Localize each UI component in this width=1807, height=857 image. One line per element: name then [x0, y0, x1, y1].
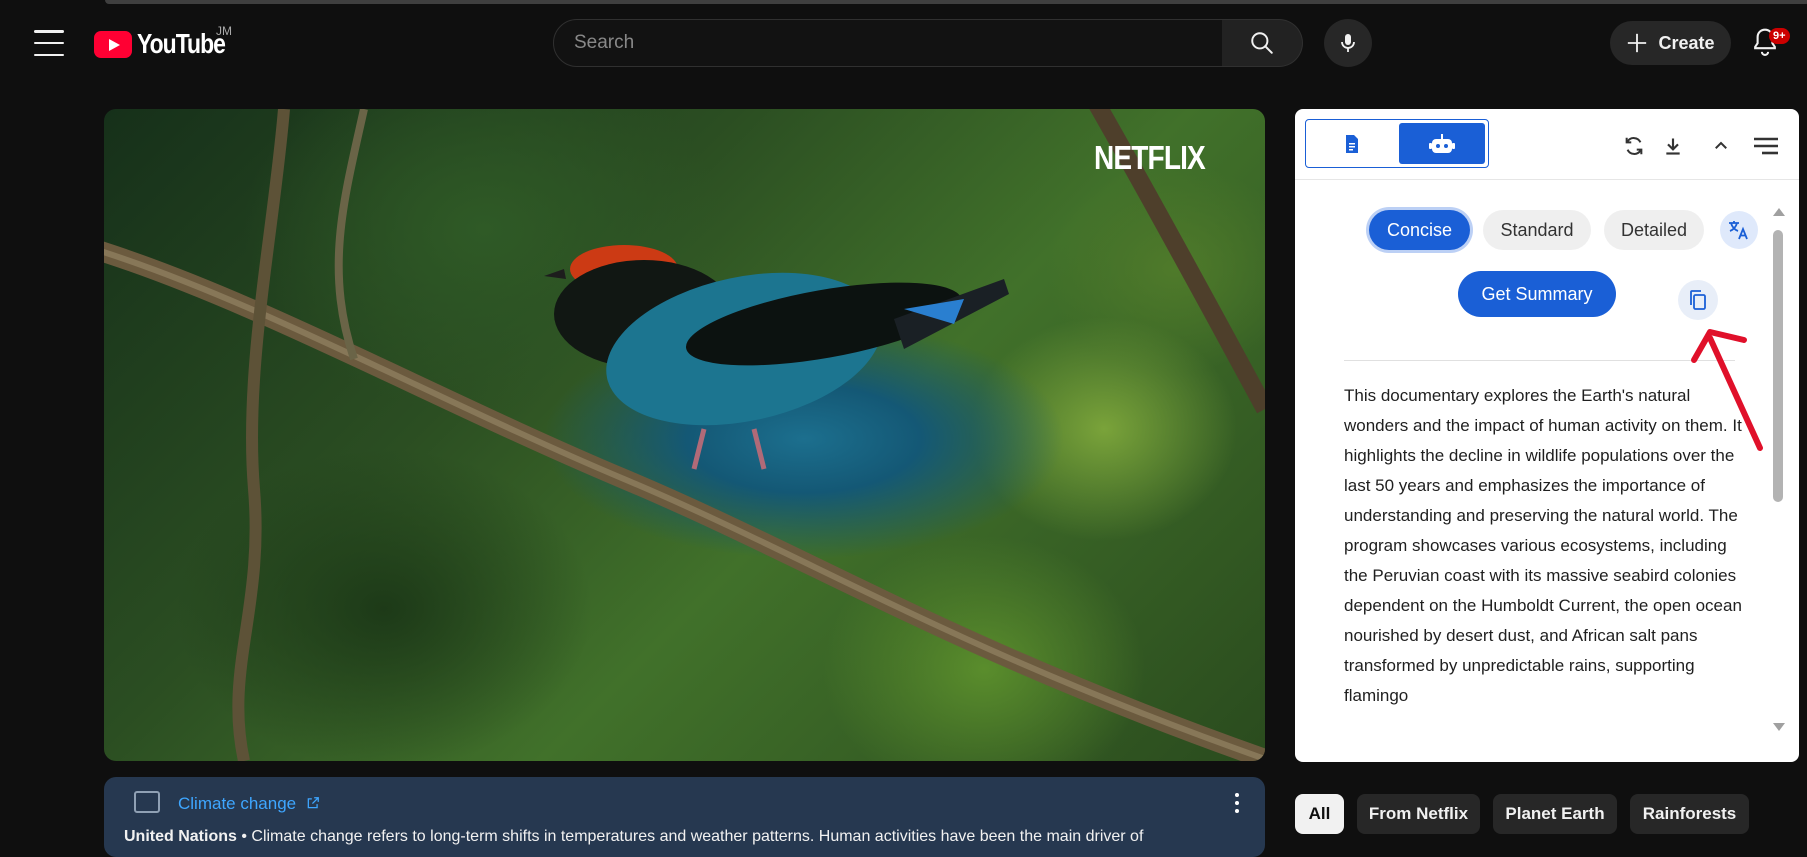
- menu-lines-icon[interactable]: [1753, 133, 1779, 159]
- refresh-icon[interactable]: [1621, 133, 1647, 159]
- chip-planet-earth[interactable]: Planet Earth: [1493, 794, 1617, 834]
- chip-from-netflix[interactable]: From Netflix: [1357, 794, 1480, 834]
- search-button[interactable]: [1222, 19, 1303, 67]
- video-frame-image: [104, 109, 1265, 761]
- external-link-icon: [307, 797, 319, 809]
- notifications-button[interactable]: 9+: [1750, 26, 1790, 60]
- create-label: Create: [1658, 32, 1715, 53]
- information-panel: Climate change United Nations • Climate …: [104, 777, 1265, 857]
- youtube-play-icon: [94, 30, 132, 58]
- logo-text: YouTube: [137, 28, 226, 59]
- microphone-icon: [1341, 34, 1355, 52]
- top-scroll-indicator: [105, 0, 1807, 4]
- info-source: United Nations: [124, 828, 237, 845]
- topic-link-label: Climate change: [178, 794, 297, 813]
- annotation-arrow: [1691, 329, 1763, 451]
- tab-transcript[interactable]: [1309, 123, 1395, 164]
- robot-icon: [1429, 133, 1455, 153]
- netflix-watermark: NETFLIX: [1094, 139, 1206, 176]
- info-text: Climate change refers to long-term shift…: [251, 828, 1144, 845]
- copy-button[interactable]: [1678, 280, 1718, 320]
- chip-all[interactable]: All: [1295, 794, 1344, 834]
- collapse-chevron-icon[interactable]: [1708, 133, 1734, 159]
- mode-concise-button[interactable]: Concise: [1369, 210, 1470, 250]
- menu-icon[interactable]: [34, 30, 64, 56]
- translate-button[interactable]: [1720, 211, 1758, 249]
- article-icon: [134, 791, 160, 813]
- search-icon: [1251, 32, 1273, 54]
- info-separator: •: [236, 828, 252, 845]
- get-summary-button[interactable]: Get Summary: [1458, 271, 1616, 317]
- mode-detailed-button[interactable]: Detailed: [1604, 210, 1704, 250]
- document-icon: [1346, 134, 1358, 153]
- panel-tab-group: [1305, 119, 1489, 168]
- create-button[interactable]: Create: [1610, 21, 1731, 65]
- video-player[interactable]: NETFLIX: [104, 109, 1265, 761]
- scroll-up-arrow-icon[interactable]: [1773, 208, 1785, 216]
- mode-standard-button[interactable]: Standard: [1483, 210, 1591, 250]
- information-description: United Nations • Climate change refers t…: [124, 828, 1245, 846]
- summary-divider: [1344, 360, 1735, 361]
- topic-link[interactable]: Climate change: [178, 794, 320, 814]
- copy-icon: [1690, 290, 1706, 310]
- more-options-icon[interactable]: [1235, 793, 1241, 813]
- voice-search-button[interactable]: [1324, 19, 1372, 67]
- notification-badge: 9+: [1769, 28, 1790, 44]
- panel-divider: [1295, 179, 1799, 180]
- download-icon[interactable]: [1660, 133, 1686, 159]
- chip-rainforests[interactable]: Rainforests: [1630, 794, 1749, 834]
- scroll-down-arrow-icon[interactable]: [1773, 723, 1785, 731]
- tab-ai-summary[interactable]: [1399, 123, 1485, 164]
- plus-icon: [1628, 33, 1647, 53]
- translate-icon: [1729, 221, 1748, 240]
- country-code: JM: [216, 24, 232, 38]
- search-input[interactable]: [554, 20, 1222, 66]
- search-box[interactable]: [553, 19, 1223, 67]
- youtube-logo[interactable]: YouTube JM: [94, 24, 244, 60]
